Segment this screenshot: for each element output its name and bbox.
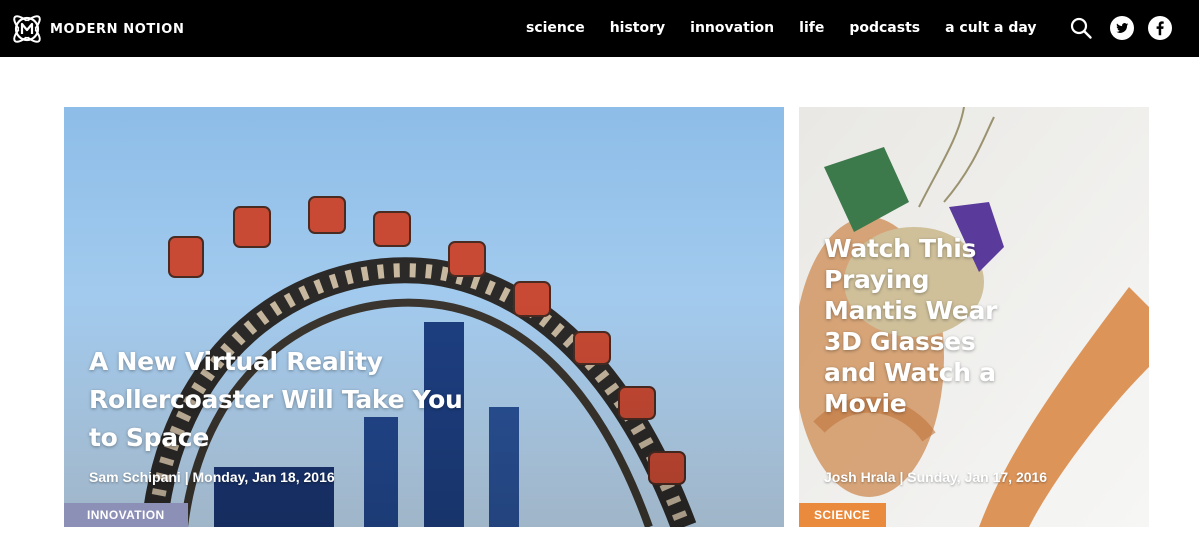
- modern-notion-logo-icon: [13, 15, 41, 43]
- category-tag-innovation[interactable]: INNOVATION: [64, 503, 188, 527]
- nav-item-innovation[interactable]: innovation: [690, 18, 774, 38]
- site-logo[interactable]: MODERN NOTION: [8, 9, 184, 49]
- brand-name: MODERN NOTION: [50, 21, 185, 37]
- nav-item-science[interactable]: science: [526, 18, 585, 38]
- featured-article-card[interactable]: A New Virtual Reality Rollercoaster Will…: [64, 107, 784, 527]
- facebook-icon: [1148, 16, 1172, 40]
- article-title[interactable]: Watch This Praying Mantis Wear 3D Glasse…: [824, 233, 1004, 419]
- article-byline: Sam Schipani | Monday, Jan 18, 2016: [89, 469, 335, 485]
- nav-item-history[interactable]: history: [610, 18, 665, 38]
- twitter-icon: [1110, 16, 1134, 40]
- twitter-button[interactable]: [1110, 16, 1134, 40]
- side-article-card[interactable]: Watch This Praying Mantis Wear 3D Glasse…: [799, 107, 1149, 527]
- facebook-button[interactable]: [1148, 16, 1172, 40]
- main-nav: science history innovation life podcasts…: [526, 18, 1037, 38]
- nav-item-life[interactable]: life: [799, 18, 824, 38]
- rollercoaster-image: [64, 107, 784, 527]
- top-navigation-bar: MODERN NOTION science history innovation…: [0, 0, 1199, 57]
- search-button[interactable]: [1069, 16, 1093, 40]
- nav-item-podcasts[interactable]: podcasts: [849, 18, 920, 38]
- search-icon: [1070, 17, 1092, 39]
- article-byline: Josh Hrala | Sunday, Jan 17, 2016: [824, 469, 1048, 485]
- nav-item-a-cult-a-day[interactable]: a cult a day: [945, 18, 1036, 38]
- category-tag-science[interactable]: SCIENCE: [799, 503, 886, 527]
- article-title[interactable]: A New Virtual Reality Rollercoaster Will…: [89, 343, 479, 457]
